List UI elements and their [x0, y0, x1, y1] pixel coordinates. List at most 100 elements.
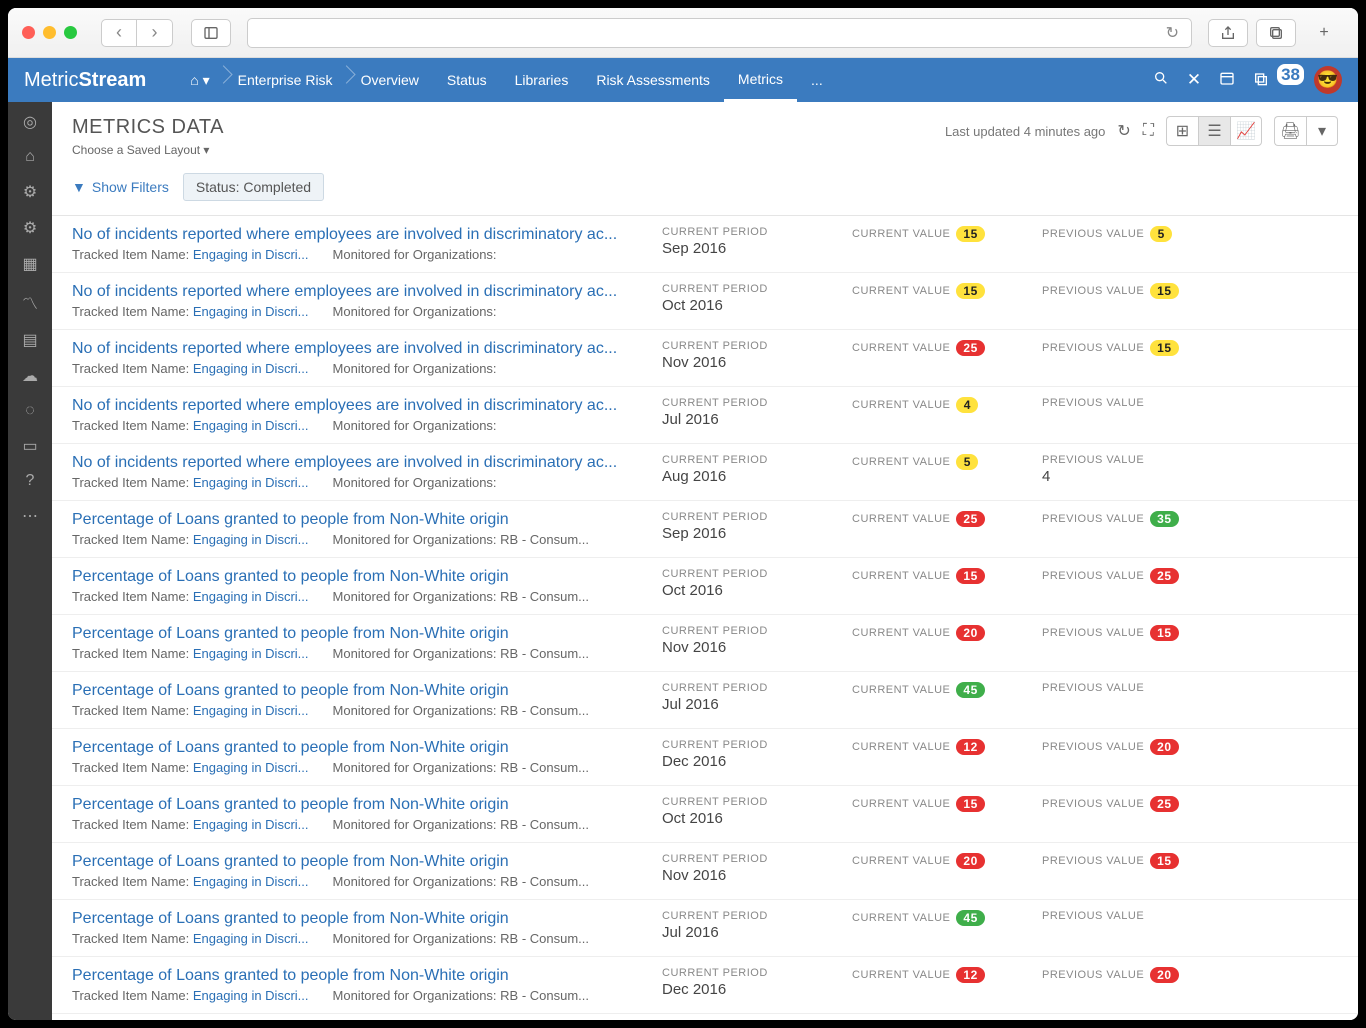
nav-home[interactable]: ⌂ ▾ [176, 58, 223, 102]
current-value-label: CURRENT VALUE 12 [852, 967, 1022, 983]
list-view-button[interactable]: ☰ [1198, 116, 1230, 146]
current-period-value: Oct 2016 [662, 582, 832, 599]
current-value-pill: 4 [956, 397, 978, 413]
tracked-item-link[interactable]: Engaging in Discri... [193, 361, 309, 376]
previous-value-label: PREVIOUS VALUE 25 [1042, 568, 1212, 584]
nav-metrics[interactable]: Metrics [724, 58, 797, 102]
metric-row: No of incidents reported where employees… [52, 273, 1358, 330]
back-button[interactable]: ‹ [101, 19, 137, 47]
metric-row: Percentage of Loans granted to people fr… [52, 672, 1358, 729]
close-window-icon[interactable] [22, 26, 35, 39]
sidebar-toggle-button[interactable] [191, 19, 231, 47]
nav-risk-assessments[interactable]: Risk Assessments [582, 58, 724, 102]
metric-title-link[interactable]: No of incidents reported where employees… [72, 226, 642, 244]
tracked-item-link[interactable]: Engaging in Discri... [193, 988, 309, 1003]
metric-title-link[interactable]: No of incidents reported where employees… [72, 454, 642, 472]
metric-title-link[interactable]: No of incidents reported where employees… [72, 397, 642, 415]
print-button[interactable]: 🖨 [1274, 116, 1306, 146]
sidebar-home-icon[interactable]: ⌂ [25, 148, 35, 166]
tracked-item-link[interactable]: Engaging in Discri... [193, 703, 309, 718]
tracked-item-link[interactable]: Engaging in Discri... [193, 418, 309, 433]
metric-title-link[interactable]: Percentage of Loans granted to people fr… [72, 910, 642, 928]
chart-view-button[interactable]: 📈 [1230, 116, 1262, 146]
metric-row: Percentage of Loans granted to people fr… [52, 501, 1358, 558]
monitored-org-label: Monitored for Organizations: RB - Consum… [333, 646, 590, 661]
current-value-pill: 45 [956, 910, 984, 926]
maximize-window-icon[interactable] [64, 26, 77, 39]
tracked-item-link[interactable]: Engaging in Discri... [193, 589, 309, 604]
metric-title-link[interactable]: Percentage of Loans granted to people fr… [72, 625, 642, 643]
nav-libraries[interactable]: Libraries [501, 58, 583, 102]
refresh-icon[interactable]: ↻ [1117, 121, 1130, 141]
metric-title-link[interactable]: No of incidents reported where employees… [72, 283, 642, 301]
user-avatar[interactable]: 😎 [1314, 66, 1342, 94]
metric-title-link[interactable]: Percentage of Loans granted to people fr… [72, 853, 642, 871]
tracked-item-label: Tracked Item Name: Engaging in Discri... [72, 817, 309, 832]
app-logo[interactable]: MetricStream [24, 69, 146, 92]
calendar-icon[interactable] [1219, 70, 1235, 91]
sidebar-card-icon[interactable]: ▭ [22, 436, 37, 456]
current-value-pill: 25 [956, 340, 984, 356]
url-bar[interactable]: ↻ [247, 18, 1192, 48]
metrics-list[interactable]: No of incidents reported where employees… [52, 215, 1358, 1020]
metric-title-link[interactable]: No of incidents reported where employees… [72, 340, 642, 358]
tracked-item-link[interactable]: Engaging in Discri... [193, 247, 309, 262]
traffic-lights [22, 26, 77, 39]
nav-enterprise-risk[interactable]: Enterprise Risk [224, 58, 347, 102]
fullscreen-icon[interactable]: ⛶ [1143, 122, 1154, 140]
metric-title-link[interactable]: Percentage of Loans granted to people fr… [72, 967, 642, 985]
nav-overview[interactable]: Overview [347, 58, 433, 102]
metric-title-link[interactable]: Percentage of Loans granted to people fr… [72, 739, 642, 757]
grid-view-button[interactable]: ⊞ [1166, 116, 1198, 146]
search-icon[interactable] [1153, 70, 1169, 91]
sidebar-dashboard-icon[interactable]: ◎ [23, 112, 37, 132]
metric-title-link[interactable]: Percentage of Loans granted to people fr… [72, 511, 642, 529]
sidebar-report-icon[interactable]: ▦ [22, 254, 37, 274]
sidebar-gear-icon[interactable]: ⚙ [23, 182, 37, 202]
current-value-pill: 45 [956, 682, 984, 698]
sidebar-more-icon[interactable]: ⋯ [22, 506, 38, 526]
monitored-org-label: Monitored for Organizations: RB - Consum… [333, 874, 590, 889]
notifications-icon[interactable]: 38 [1253, 70, 1296, 91]
sidebar-help-icon[interactable]: ? [26, 472, 35, 490]
nav-more[interactable]: ... [797, 58, 837, 102]
tracked-item-link[interactable]: Engaging in Discri... [193, 532, 309, 547]
tracked-item-link[interactable]: Engaging in Discri... [193, 874, 309, 889]
nav-status[interactable]: Status [433, 58, 501, 102]
tracked-item-link[interactable]: Engaging in Discri... [193, 760, 309, 775]
reload-icon[interactable]: ↻ [1166, 23, 1179, 43]
metric-row: Percentage of Loans granted to people fr… [52, 900, 1358, 957]
sidebar-chart-icon[interactable]: 〽 [22, 290, 38, 314]
metric-title-link[interactable]: Percentage of Loans granted to people fr… [72, 568, 642, 586]
saved-layout-dropdown[interactable]: Choose a Saved Layout ▾ [72, 143, 224, 157]
show-filters-link[interactable]: ▼Show Filters [72, 179, 169, 195]
tabs-button[interactable] [1256, 19, 1296, 47]
monitored-org-label: Monitored for Organizations: RB - Consum… [333, 988, 590, 1003]
current-period-value: Sep 2016 [662, 240, 832, 257]
sidebar-cloud-icon[interactable]: ☁ [22, 366, 38, 386]
previous-value-label: PREVIOUS VALUE 15 [1042, 853, 1212, 869]
forward-button[interactable]: › [137, 19, 173, 47]
share-button[interactable] [1208, 19, 1248, 47]
new-tab-button[interactable]: + [1304, 19, 1344, 47]
print-dropdown[interactable]: ▾ [1306, 116, 1338, 146]
current-value-label: CURRENT VALUE 25 [852, 511, 1022, 527]
sidebar-gear2-icon[interactable]: ⚙ [23, 218, 37, 238]
current-period-value: Dec 2016 [662, 753, 832, 770]
tracked-item-link[interactable]: Engaging in Discri... [193, 817, 309, 832]
tracked-item-link[interactable]: Engaging in Discri... [193, 646, 309, 661]
current-value-label: CURRENT VALUE 15 [852, 226, 1022, 242]
tracked-item-link[interactable]: Engaging in Discri... [193, 931, 309, 946]
tracked-item-link[interactable]: Engaging in Discri... [193, 475, 309, 490]
filter-tag-status[interactable]: Status: Completed [183, 173, 324, 201]
sidebar-process-icon[interactable]: ◌ [25, 402, 35, 420]
tracked-item-link[interactable]: Engaging in Discri... [193, 304, 309, 319]
current-value-pill: 15 [956, 796, 984, 812]
metric-title-link[interactable]: Percentage of Loans granted to people fr… [72, 796, 642, 814]
metric-title-link[interactable]: Percentage of Loans granted to people fr… [72, 682, 642, 700]
tools-icon[interactable]: ✕ [1187, 70, 1201, 90]
minimize-window-icon[interactable] [43, 26, 56, 39]
monitored-org-label: Monitored for Organizations: [333, 361, 497, 376]
current-period-value: Dec 2016 [662, 981, 832, 998]
sidebar-table-icon[interactable]: ▤ [22, 330, 37, 350]
